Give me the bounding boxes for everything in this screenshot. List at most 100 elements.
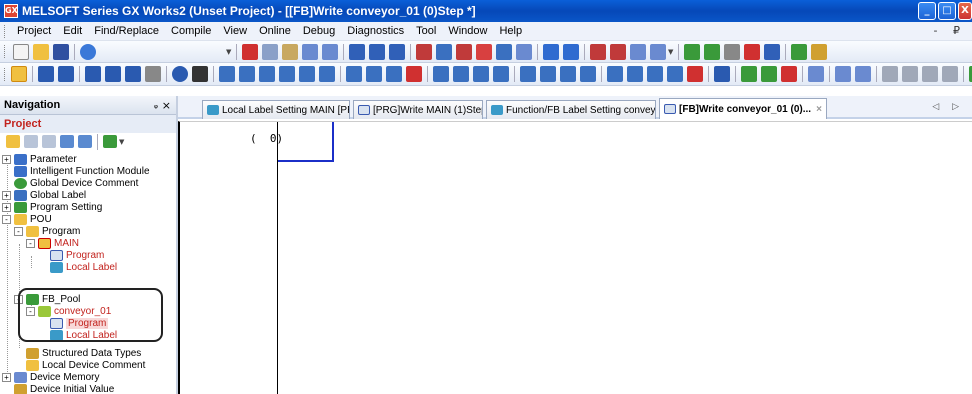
horizontal-line-icon[interactable] xyxy=(346,66,362,82)
vertical-line-icon[interactable] xyxy=(366,66,382,82)
grip-handle[interactable] xyxy=(4,45,7,58)
menu-view[interactable]: View xyxy=(217,25,253,37)
contact-no-icon[interactable] xyxy=(219,66,235,82)
expander-icon[interactable]: - xyxy=(2,214,11,224)
parallel-no-icon[interactable] xyxy=(259,66,275,82)
expander-icon[interactable]: - xyxy=(26,238,35,248)
parallel-nc-icon[interactable] xyxy=(279,66,295,82)
menu-online[interactable]: Online xyxy=(253,25,297,37)
falling-pulse-icon[interactable] xyxy=(453,66,469,82)
cross-reference-icon[interactable] xyxy=(761,66,777,82)
find-instruction-icon[interactable] xyxy=(369,43,385,60)
tree-item-device-initial-value[interactable]: Device Initial Value xyxy=(14,383,114,394)
parameter-check-icon[interactable] xyxy=(791,43,807,60)
new-data-icon[interactable] xyxy=(6,135,20,148)
rebuild-all-icon[interactable] xyxy=(563,43,579,60)
device-display-icon[interactable] xyxy=(85,66,101,82)
comment-edit-icon[interactable] xyxy=(808,66,824,82)
simulation-icon[interactable] xyxy=(650,43,666,60)
application-instruction-icon[interactable] xyxy=(319,66,335,82)
delete-data-icon[interactable] xyxy=(60,135,74,148)
replace-icon[interactable] xyxy=(389,43,405,60)
delete-horizontal-icon[interactable] xyxy=(386,66,402,82)
compile-icon[interactable] xyxy=(543,43,559,60)
save-project-icon[interactable] xyxy=(53,43,69,60)
device-entry-icon[interactable] xyxy=(704,43,720,60)
tree-item-device-memory[interactable]: + Device Memory xyxy=(2,371,99,383)
ladder-editor[interactable]: ( 0) xyxy=(178,121,972,394)
property-icon[interactable] xyxy=(78,135,92,148)
rising-negated-icon[interactable] xyxy=(520,66,536,82)
note-edit-icon[interactable] xyxy=(855,66,871,82)
menu-find-replace[interactable]: Find/Replace xyxy=(88,25,165,37)
expander-icon[interactable]: + xyxy=(2,154,11,164)
cut-icon[interactable] xyxy=(242,43,258,60)
tree-item-program-folder[interactable]: - Program xyxy=(14,225,80,237)
falling-negated-icon[interactable] xyxy=(540,66,556,82)
verify-plc-icon[interactable] xyxy=(456,43,472,60)
operation-result-falling-icon[interactable] xyxy=(627,66,643,82)
menu-help[interactable]: Help xyxy=(493,25,528,37)
tab-local-label-setting-main[interactable]: Local Label Setting MAIN [PRG] xyxy=(202,100,350,119)
list-view-icon[interactable] xyxy=(38,66,54,82)
sampling-trace-icon[interactable] xyxy=(744,43,760,60)
copy-data-icon[interactable] xyxy=(24,135,38,148)
device-test-icon[interactable] xyxy=(724,43,740,60)
tab-function-fb-label-setting[interactable]: Function/FB Label Setting conveyor... xyxy=(486,100,656,119)
inline-structured-text-icon[interactable] xyxy=(687,66,703,82)
dropdown-arrow-icon[interactable]: ▼ xyxy=(119,134,126,150)
menu-compile[interactable]: Compile xyxy=(165,25,217,37)
paste-icon[interactable] xyxy=(282,43,298,60)
macro-icon[interactable] xyxy=(714,66,730,82)
display-format-icon[interactable] xyxy=(942,66,958,82)
expander-icon[interactable]: + xyxy=(2,190,11,200)
statement-edit-icon[interactable] xyxy=(835,66,851,82)
comment-batch-icon[interactable] xyxy=(922,66,938,82)
tree-item-global-device-comment[interactable]: Global Device Comment xyxy=(14,177,138,189)
pin-icon[interactable]: ᵩ xyxy=(154,100,158,111)
tree-item-pou[interactable]: - POU xyxy=(2,213,52,225)
grip-handle[interactable] xyxy=(4,24,7,38)
label-display-icon[interactable] xyxy=(125,66,141,82)
read-plc-icon[interactable] xyxy=(416,43,432,60)
coil-icon[interactable] xyxy=(299,66,315,82)
zoom-icon[interactable] xyxy=(145,66,161,82)
online-write-icon[interactable] xyxy=(610,43,626,60)
transfer-setup-icon[interactable] xyxy=(590,43,606,60)
find-device-icon[interactable] xyxy=(349,43,365,60)
dropdown-arrow-icon[interactable]: ▼ xyxy=(668,44,675,60)
maximize-button[interactable]: □ xyxy=(938,2,956,20)
function-10-icon[interactable] xyxy=(667,66,683,82)
tree-item-global-label[interactable]: + Global Label xyxy=(2,189,86,201)
find-next-icon[interactable] xyxy=(741,66,757,82)
tree-item-intelligent-function-module[interactable]: Intelligent Function Module xyxy=(14,165,150,177)
tab-fb-write-conveyor[interactable]: [FB]Write conveyor_01 (0)... × xyxy=(659,98,827,119)
rising-pulse-icon[interactable] xyxy=(433,66,449,82)
tree-item-local-device-comment[interactable]: Local Device Comment xyxy=(26,359,145,371)
menu-debug[interactable]: Debug xyxy=(297,25,341,37)
undo-icon[interactable] xyxy=(302,43,318,60)
copy-icon[interactable] xyxy=(262,43,278,60)
tree-item-structured-data-types[interactable]: Structured Data Types xyxy=(26,347,141,359)
write-plc-icon[interactable] xyxy=(436,43,452,60)
monitor-start-icon[interactable] xyxy=(476,43,492,60)
parallel-falling-negated-icon[interactable] xyxy=(580,66,596,82)
tree-item-program-setting[interactable]: + Program Setting xyxy=(2,201,102,213)
monitor-stop-icon[interactable] xyxy=(496,43,512,60)
paste-data-icon[interactable] xyxy=(42,135,56,148)
expander-icon[interactable]: + xyxy=(2,202,11,212)
contact-nc-icon[interactable] xyxy=(239,66,255,82)
new-project-icon[interactable] xyxy=(13,43,29,60)
parallel-rising-negated-icon[interactable] xyxy=(560,66,576,82)
menu-diagnostics[interactable]: Diagnostics xyxy=(341,25,410,37)
open-project-icon[interactable] xyxy=(33,43,49,60)
diagnostics-icon[interactable] xyxy=(764,43,780,60)
tab-prg-write-main[interactable]: [PRG]Write MAIN (1)Step * xyxy=(353,100,483,119)
tree-item-main-local-label[interactable]: Local Label xyxy=(50,261,117,273)
delete-vertical-icon[interactable] xyxy=(406,66,422,82)
expander-icon[interactable]: - xyxy=(14,226,23,236)
expander-icon[interactable]: + xyxy=(2,372,11,382)
read-mode-icon[interactable] xyxy=(172,66,188,82)
menu-window[interactable]: Window xyxy=(442,25,493,37)
filter-icon[interactable] xyxy=(103,135,117,148)
